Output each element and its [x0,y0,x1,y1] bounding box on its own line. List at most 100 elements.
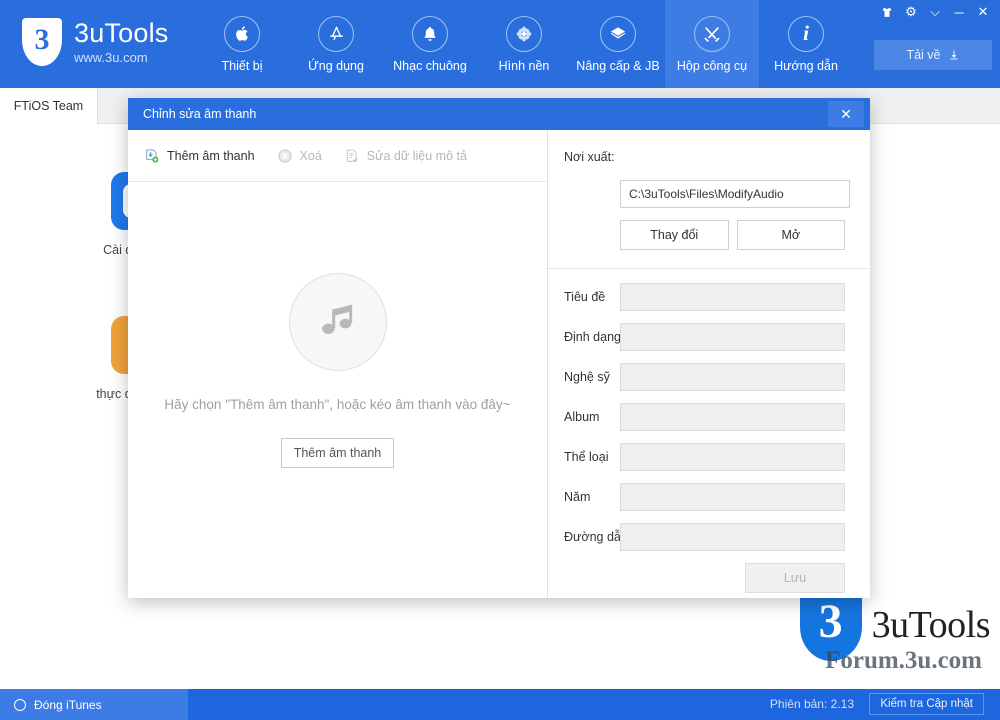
field-label: Album [564,410,600,424]
status-bar: Đóng iTunes Phiên bản: 2.13 Kiểm tra Cập… [0,689,1000,720]
window-controls: ⚙ ⌵ ─ ✕ [876,2,994,22]
nav-label: Nhạc chuông [393,58,467,73]
nav-label: Hình nền [498,58,550,73]
field-label: Tiêu đề [564,290,606,304]
field-row-the-loai: Thể loại [564,443,845,471]
logo-mark: 3 [34,23,50,56]
output-path-input[interactable]: C:\3uTools\Files\ModifyAudio [620,180,850,208]
open-path-button[interactable]: Mở [736,220,845,250]
add-audio-button[interactable]: Thêm âm thanh [144,148,255,164]
edit-metadata-icon [346,149,358,162]
modify-audio-dialog: Chỉnh sửa âm thanh ✕ Thêm âm thanh Xoá S… [128,98,870,598]
forum-watermark: Forum.3u.com [825,647,982,674]
change-path-button[interactable]: Thay đổi [620,220,729,250]
field-label: Định dạng [564,330,621,344]
path-actions: Thay đổi Mở [620,220,845,250]
download-label: Tải về [906,48,941,62]
dialog-close-icon[interactable]: ✕ [828,101,864,127]
field-input-year[interactable] [620,483,845,511]
apple-icon [224,15,260,52]
toolbar-label: Xoá [299,148,322,163]
box-icon [600,15,636,52]
main-navigation: Thiết bị Ứng dụng Nhạc chuông Hình nền N… [195,0,853,88]
watermark-brand: 3uTools [871,604,991,646]
field-row-duong-dan: Đường dẫn [564,523,845,551]
output-section-label: Nơi xuất: [564,150,615,164]
version-label: Phiên bản: 2.13 [769,697,854,711]
dialog-title-bar: Chỉnh sửa âm thanh ✕ [128,98,870,130]
app-logo: 3 3uTools www.3u.com [22,18,168,66]
field-label: Nghệ sỹ [564,370,610,384]
dialog-title: Chỉnh sửa âm thanh [143,107,257,121]
toolbar-label: Sửa dữ liệu mô tả [366,148,467,163]
field-label: Đường dẫn [564,530,628,544]
minimize-icon[interactable]: ─ [948,2,970,22]
field-row-nghe-sy: Nghệ sỹ [564,363,845,391]
field-row-nam: Năm [564,483,845,511]
nav-item-hop-cong-cu[interactable]: Hộp công cụ [665,0,759,88]
brand-watermark: 3 3uTools [799,589,991,661]
nav-item-thiet-bi[interactable]: Thiết bị [195,0,289,88]
app-header: 3 3uTools www.3u.com Thiết bị Ứng dụng N… [0,0,1000,88]
nav-label: Hướng dẫn [774,58,838,73]
add-audio-icon [146,149,159,163]
drop-zone-hint: Hãy chọn "Thêm âm thanh", hoặc kéo âm th… [164,396,511,412]
audio-list-pane: Thêm âm thanh Xoá Sửa dữ liệu mô tả Hãy … [128,130,548,598]
menu-caret-icon[interactable]: ⌵ [924,2,946,22]
field-input-album[interactable] [620,403,845,431]
delete-circle-icon [278,148,292,163]
nav-item-hinh-nen[interactable]: Hình nền [477,0,571,88]
nav-item-huong-dan[interactable]: i Hướng dẫn [759,0,853,88]
tools-icon [694,15,730,52]
dialog-toolbar: Thêm âm thanh Xoá Sửa dữ liệu mô tả [128,130,547,182]
nav-label: Nâng cấp & JB [576,58,660,73]
edit-metadata-button[interactable]: Sửa dữ liệu mô tả [344,148,467,164]
save-row: Lưu [564,563,845,593]
watermark-mark: 3 [818,595,843,648]
save-button[interactable]: Lưu [745,563,845,593]
metadata-pane: Nơi xuất: C:\3uTools\Files\ModifyAudio T… [548,130,869,598]
field-input-artist[interactable] [620,363,845,391]
download-button[interactable]: Tải về [874,40,992,70]
appstore-icon [318,15,354,52]
output-path-value: C:\3uTools\Files\ModifyAudio [629,187,784,201]
settings-gear-icon[interactable]: ⚙ [900,2,922,22]
field-label: Năm [564,490,591,504]
close-itunes-button[interactable]: Đóng iTunes [0,689,188,720]
nav-item-nang-cap-jb[interactable]: Nâng cấp & JB [571,0,665,88]
flower-icon [506,15,542,52]
field-input-path[interactable] [620,523,845,551]
drop-zone-add-button[interactable]: Thêm âm thanh [280,437,395,468]
field-row-album: Album [564,403,845,431]
field-row-tieu-de: Tiêu đề [564,283,845,311]
field-input-genre[interactable] [620,443,845,471]
field-input-title[interactable] [620,283,845,311]
field-input-format[interactable] [620,323,845,351]
download-icon [950,50,958,60]
logo-shield-icon: 3 [22,18,62,66]
check-update-button[interactable]: Kiểm tra Cập nhật [869,693,984,715]
nav-item-nhac-chuong[interactable]: Nhạc chuông [383,0,477,88]
dialog-body: Thêm âm thanh Xoá Sửa dữ liệu mô tả Hãy … [128,130,870,598]
nav-item-ung-dung[interactable]: Ứng dụng [289,0,383,88]
delete-button[interactable]: Xoá [277,148,322,164]
close-icon[interactable]: ✕ [972,2,994,22]
nav-label: Thiết bị [221,58,263,73]
section-divider [548,268,869,269]
watermark-shield-icon: 3 [799,589,862,661]
metadata-fields: Tiêu đề Định dạng Nghệ sỹ Album Thể loại… [564,283,845,593]
tab-label: FTiOS Team [13,99,84,113]
nav-label: Hộp công cụ [676,58,748,73]
field-row-dinh-dang: Định dạng [564,323,845,351]
audio-drop-zone[interactable]: Hãy chọn "Thêm âm thanh", hoặc kéo âm th… [128,182,547,598]
music-note-icon [288,272,387,371]
bell-icon [412,15,448,52]
tab-ftios-team[interactable]: FTiOS Team [0,88,98,124]
brand-subtitle: www.3u.com [74,50,148,65]
app-window: 3 3uTools www.3u.com Thiết bị Ứng dụng N… [0,0,1000,720]
brand-title: 3uTools [74,18,169,48]
theme-shirt-icon[interactable] [876,2,898,22]
info-icon: i [788,15,824,52]
close-itunes-label: Đóng iTunes [34,697,102,712]
status-circle-icon [14,698,26,711]
